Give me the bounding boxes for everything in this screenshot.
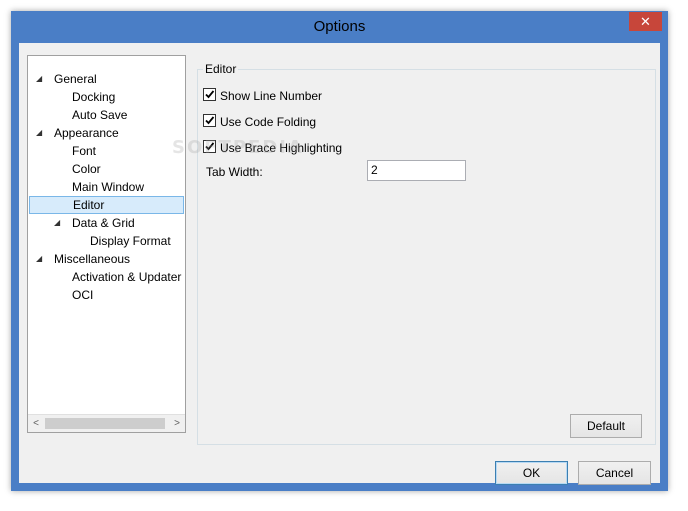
tree-item-general[interactable]: ◢ General	[28, 70, 185, 88]
title-bar[interactable]: Options ✕	[11, 11, 668, 43]
tree-item-label: Main Window	[72, 180, 145, 194]
tree-item-activation-updater[interactable]: Activation & Updater	[28, 268, 185, 286]
tree-item-miscellaneous[interactable]: ◢ Miscellaneous	[28, 250, 185, 268]
checkmark-icon	[205, 116, 215, 125]
use-code-folding-checkbox[interactable]	[203, 114, 216, 128]
scrollbar-thumb[interactable]	[45, 418, 165, 429]
tree-item-appearance[interactable]: ◢ Appearance	[28, 124, 185, 142]
options-tree[interactable]: ◢ General Docking Auto Save ◢ Appearance…	[27, 55, 186, 433]
use-code-folding-option[interactable]: Use Code Folding	[203, 112, 316, 130]
options-window: Options ✕ ◢ General Docking Auto Save ◢ …	[11, 11, 668, 491]
tree-item-font[interactable]: Font	[28, 142, 185, 160]
close-icon: ✕	[640, 14, 651, 29]
use-brace-highlighting-option[interactable]: Use Brace Highlighting	[203, 138, 342, 156]
scroll-left-icon[interactable]: <	[28, 415, 44, 432]
tree-item-editor[interactable]: Editor	[29, 196, 184, 214]
use-brace-highlighting-label: Use Brace Highlighting	[220, 140, 343, 155]
horizontal-scrollbar[interactable]: < >	[28, 414, 185, 432]
tree-item-docking[interactable]: Docking	[28, 88, 185, 106]
tree-item-label: Editor	[73, 198, 105, 212]
ok-button[interactable]: OK	[495, 461, 568, 485]
tree-item-label: Data & Grid	[72, 216, 135, 230]
tab-width-input[interactable]: 2	[367, 160, 466, 181]
use-code-folding-label: Use Code Folding	[220, 114, 317, 129]
tree-item-label: Color	[72, 162, 101, 176]
tree-item-label: Auto Save	[72, 108, 128, 122]
editor-group-title: Editor	[203, 61, 239, 77]
checkmark-icon	[205, 90, 215, 99]
tree-item-label: Display Format	[90, 234, 171, 248]
show-line-number-checkbox[interactable]	[203, 88, 216, 102]
tab-width-label: Tab Width:	[206, 165, 263, 179]
use-brace-highlighting-checkbox[interactable]	[203, 140, 216, 154]
dialog-client-area: ◢ General Docking Auto Save ◢ Appearance…	[19, 43, 660, 485]
cancel-button[interactable]: Cancel	[578, 461, 651, 485]
expand-triangle-icon[interactable]: ◢	[36, 124, 46, 142]
tree-item-oci[interactable]: OCI	[28, 286, 185, 304]
tree-item-display-format[interactable]: Display Format	[28, 232, 185, 250]
scroll-right-icon[interactable]: >	[169, 415, 185, 432]
tree-item-label: Docking	[72, 90, 116, 104]
show-line-number-label: Show Line Number	[220, 88, 323, 103]
tree-item-data-grid[interactable]: ◢ Data & Grid	[28, 214, 185, 232]
tree-item-color[interactable]: Color	[28, 160, 185, 178]
tree-item-label: Activation & Updater	[72, 270, 182, 284]
window-title: Options	[313, 18, 366, 35]
expand-triangle-icon[interactable]: ◢	[36, 70, 46, 88]
default-button[interactable]: Default	[570, 414, 642, 438]
tree-item-label: Appearance	[54, 126, 119, 140]
expand-triangle-icon[interactable]: ◢	[54, 214, 64, 232]
show-line-number-option[interactable]: Show Line Number	[203, 86, 322, 104]
tree-item-auto-save[interactable]: Auto Save	[28, 106, 185, 124]
tree-item-main-window[interactable]: Main Window	[28, 178, 185, 196]
tree-item-label: General	[54, 72, 97, 86]
checkmark-icon	[205, 142, 215, 151]
expand-triangle-icon[interactable]: ◢	[36, 250, 46, 268]
tree-item-label: OCI	[72, 288, 94, 302]
tree-item-label: Miscellaneous	[54, 252, 131, 266]
close-button[interactable]: ✕	[629, 12, 662, 31]
tree-item-label: Font	[72, 144, 97, 158]
